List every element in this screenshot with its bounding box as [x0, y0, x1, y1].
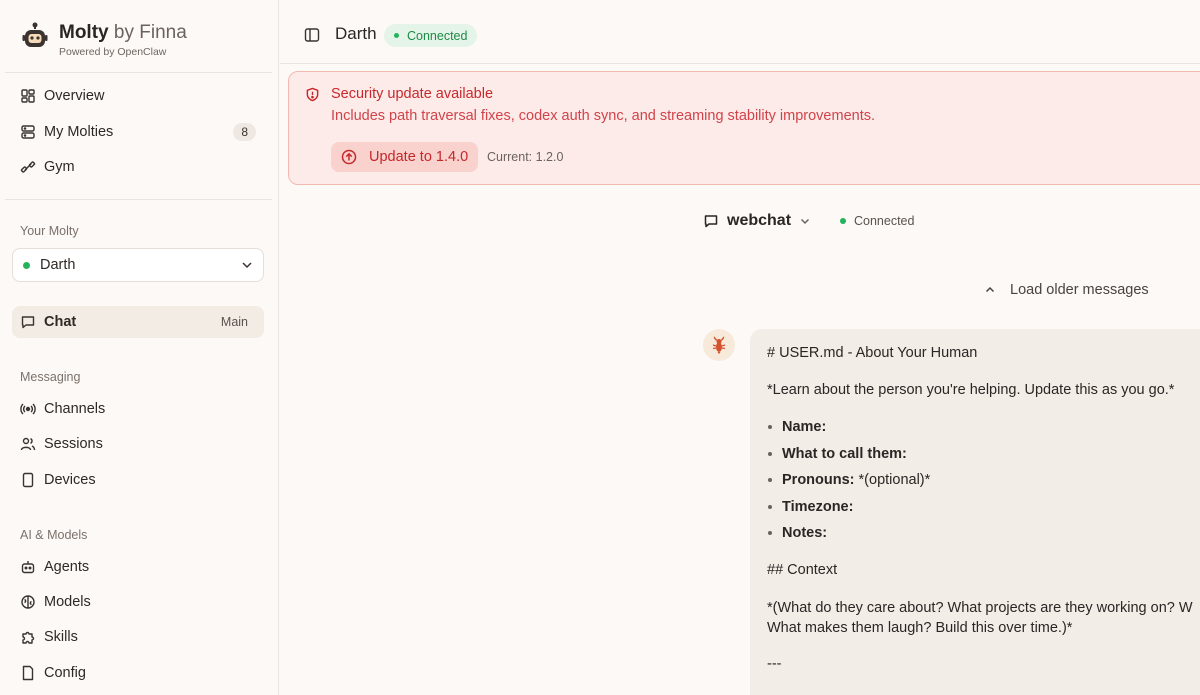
list-item: Timezone: — [767, 497, 1200, 517]
channel-status-text: Connected — [854, 214, 915, 228]
nav-label: Sessions — [44, 436, 103, 452]
brand-subtitle: Powered by OpenClaw — [59, 46, 167, 58]
load-older-label: Load older messages — [1010, 282, 1149, 298]
channel-name: webchat — [727, 212, 792, 229]
server-icon — [21, 125, 35, 139]
list-item: What to call them: — [767, 444, 1200, 464]
nav-label: Gym — [44, 159, 75, 175]
chevron-up-icon — [985, 286, 995, 293]
list-item: Pronouns: *(optional)* — [767, 470, 1200, 490]
device-icon — [22, 472, 34, 488]
nav-label: Devices — [44, 472, 96, 488]
nav-label: My Molties — [44, 124, 114, 140]
list-item: Name: — [767, 417, 1200, 437]
list-item: Notes: — [767, 523, 1200, 543]
arrow-up-circle-icon — [341, 149, 357, 165]
chat-tag: Main — [220, 315, 248, 329]
nav-item-channels[interactable]: Channels — [12, 393, 264, 425]
file-icon — [22, 665, 34, 681]
message-context: *(What do they care about? What projects… — [767, 598, 1200, 638]
current-version: Current: 1.2.0 — [487, 150, 564, 164]
section-label-your-molty: Your Molty — [20, 224, 79, 238]
message-heading: # USER.md - About Your Human — [767, 345, 978, 361]
grid-icon — [21, 89, 35, 103]
shield-alert-icon — [306, 87, 319, 102]
nav-item-chat[interactable]: Chat Main — [12, 306, 264, 338]
sidebar-toggle-icon[interactable] — [304, 27, 320, 43]
section-label-ai-models: AI & Models — [20, 528, 88, 542]
alert-title: Security update available — [331, 86, 494, 102]
selected-molty: Darth — [40, 257, 76, 273]
divider — [5, 199, 272, 200]
nav-label: Models — [44, 594, 91, 610]
security-alert: Security update available Includes path … — [288, 71, 1200, 185]
nav-item-overview[interactable]: Overview — [12, 80, 264, 112]
dumbbell-icon — [20, 161, 36, 173]
robot-logo-icon — [22, 22, 48, 47]
chat-bubble-icon — [21, 316, 35, 329]
context-line: *(What do they care about? What projects… — [767, 600, 1193, 616]
count-badge: 8 — [233, 123, 256, 141]
nav-label: Overview — [44, 88, 105, 104]
status-dot — [23, 261, 30, 269]
nav-label: Config — [44, 665, 86, 681]
bot-icon — [21, 561, 35, 574]
channel-selector[interactable]: webchat — [703, 212, 811, 230]
brain-icon — [21, 595, 35, 609]
load-older-button[interactable]: Load older messages — [984, 282, 1149, 298]
status-text: Connected — [407, 28, 468, 43]
nav-item-config[interactable]: Config — [12, 657, 264, 689]
message-field-list: Name: What to call them: Pronouns: *(opt… — [767, 417, 1200, 543]
status-badge: Connected — [384, 24, 478, 47]
nav-label: Channels — [44, 401, 106, 417]
update-button-label: Update to 1.4.0 — [369, 149, 469, 165]
chat-bubble-icon — [704, 215, 718, 228]
molty-select[interactable]: Darth — [12, 248, 264, 282]
message-subheading: ## Context — [767, 562, 838, 578]
nav-item-skills[interactable]: Skills — [12, 621, 264, 653]
status-dot — [840, 218, 846, 224]
nav-item-gym[interactable]: Gym — [12, 151, 264, 183]
nav-label: Agents — [44, 559, 90, 575]
nav-item-models[interactable]: Models — [12, 586, 264, 618]
nav-label: Skills — [44, 629, 78, 645]
message-intro: *Learn about the person you're helping. … — [767, 382, 1175, 398]
lobster-icon — [712, 336, 726, 354]
nav-item-devices[interactable]: Devices — [12, 464, 264, 496]
chevron-down-icon — [242, 262, 252, 269]
broadcast-icon — [20, 403, 36, 415]
nav-item-agents[interactable]: Agents — [12, 551, 264, 583]
users-icon — [20, 437, 36, 451]
status-dot — [394, 33, 399, 38]
section-label-messaging: Messaging — [20, 370, 81, 384]
chevron-down-icon — [800, 218, 810, 225]
nav-label: Chat — [44, 314, 77, 330]
update-button[interactable]: Update to 1.4.0 — [331, 142, 478, 172]
alert-description: Includes path traversal fixes, codex aut… — [331, 108, 876, 124]
context-line: What makes them laugh? Build this over t… — [767, 620, 1073, 636]
message-bubble: # USER.md - About Your Human *Learn abou… — [750, 329, 1200, 695]
nav-item-my-molties[interactable]: My Molties 8 — [12, 116, 264, 148]
divider — [5, 72, 272, 73]
page-title: Darth — [335, 24, 377, 43]
message-rule: --- — [767, 656, 782, 672]
topbar: Darth Connected — [280, 0, 1200, 64]
puzzle-icon — [22, 631, 35, 644]
brand[interactable]: Molty by Finna Powered by OpenClaw — [22, 22, 187, 58]
channel-status: Connected — [840, 214, 914, 228]
avatar — [703, 329, 735, 361]
nav-item-sessions[interactable]: Sessions — [12, 428, 264, 460]
sidebar: Molty by Finna Powered by OpenClaw Overv… — [0, 0, 279, 695]
brand-title: Molty by Finna — [59, 22, 187, 43]
